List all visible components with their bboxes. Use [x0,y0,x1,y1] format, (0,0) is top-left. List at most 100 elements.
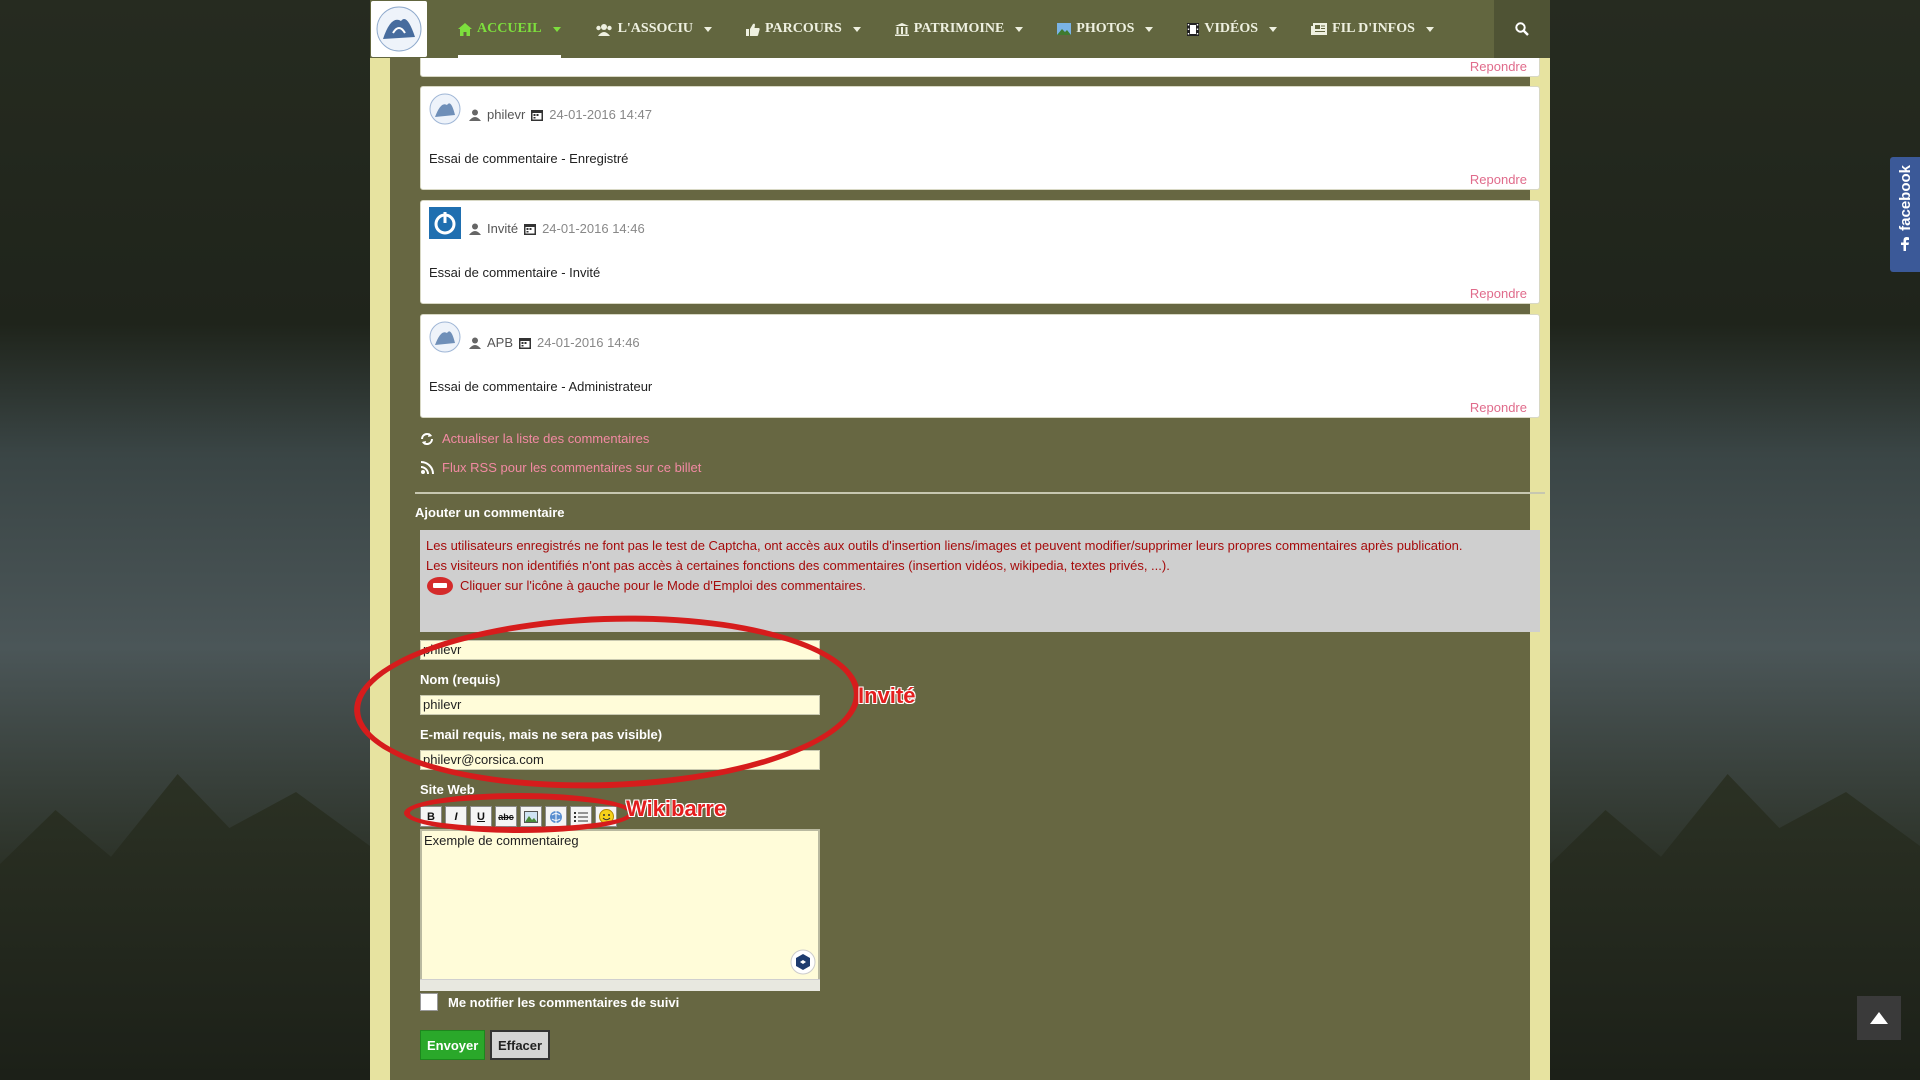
user-icon [469,337,481,349]
nav-fil-infos[interactable]: FIL D'INFOS [1294,0,1451,58]
italic-icon[interactable]: I [445,806,467,827]
help-manual-icon[interactable] [426,576,454,596]
reply-link[interactable]: Repondre [1470,172,1527,187]
chevron-down-icon [1145,26,1154,32]
chevron-down-icon [552,26,561,32]
strikethrough-icon[interactable]: abc [495,806,517,827]
comment-author: philevr [487,107,526,122]
facebook-tab[interactable]: facebook [1890,157,1920,272]
comment-date: 24-01-2016 14:46 [537,335,640,350]
reply-link[interactable]: Repondre [1470,400,1527,415]
comment-card: APB 24-01-2016 14:46 Essai de commentair… [420,314,1540,418]
strikethrough-label: abc [498,811,514,822]
avatar [429,321,461,353]
chevron-down-icon [1425,26,1434,32]
comment-text: Essai de commentaire - Administrateur [429,379,653,394]
nav-associu-label: L'ASSOCIU [617,21,694,36]
nav-associu[interactable]: L'ASSOCIU [578,0,729,58]
chevron-down-icon [1269,26,1278,32]
chevron-down-icon [852,26,861,32]
info-line-registered: Les utilisateurs enregistrés ne font pas… [426,538,1463,553]
nav-patrimoine[interactable]: PATRIMOINE [878,0,1040,58]
chevron-down-icon [704,26,713,32]
image-icon[interactable] [520,806,542,827]
send-button[interactable]: Envoyer [420,1030,486,1060]
refresh-comments-label: Actualiser la liste des commentaires [442,431,650,446]
scroll-to-top-button[interactable] [1857,996,1901,1040]
main-navbar: ACCUEIL L'ASSOCIU PARCOURS PATRIMOINE PH… [370,0,1550,58]
comment-text: Essai de commentaire - Invité [429,265,601,280]
comment-author: Invité [487,221,519,236]
search-icon [1515,22,1529,36]
reply-link[interactable]: Repondre [1470,59,1527,74]
avatar [429,93,461,125]
nav-videos[interactable]: VIDÉOS [1170,0,1294,58]
comment-author: APB [487,335,514,350]
email-label: E-mail requis, mais ne sera pas visible) [420,727,663,742]
comment-card: philevr 24-01-2016 14:47 Essai de commen… [420,86,1540,190]
comment-date: 24-01-2016 14:46 [542,221,645,236]
nav-videos-label: VIDÉOS [1204,21,1259,36]
user-icon [469,223,481,235]
underline-icon[interactable]: U [470,806,492,827]
newspaper-icon [1311,23,1328,35]
home-icon [458,22,472,36]
comment-text: Essai de commentaire - Enregistré [429,151,629,166]
nav-patrimoine-label: PATRIMOINE [913,21,1005,36]
logo-icon [376,6,422,52]
clear-button[interactable]: Effacer [490,1030,551,1060]
refresh-comments-link[interactable]: Actualiser la liste des commentaires [420,431,649,446]
reply-link[interactable]: Repondre [1470,286,1527,301]
nav-parcours-label: PARCOURS [765,21,842,36]
email-field[interactable]: philevr@corsica.com [420,750,820,770]
nav-accueil-label: ACCUEIL [477,21,542,36]
building-icon [894,22,909,36]
nav-fil-infos-label: FIL D'INFOS [1332,21,1415,36]
refresh-icon [421,432,433,445]
nav-photos-label: PHOTOS [1076,21,1135,36]
background-left [0,0,370,1080]
nav-parcours[interactable]: PARCOURS [729,0,878,58]
calendar-icon [519,337,532,349]
film-icon [1187,22,1200,36]
wiki-toolbar: B I U abc [420,806,617,827]
comment-textarea[interactable]: Exemple de commentaireg [420,829,820,991]
info-box: Les utilisateurs enregistrés ne font pas… [420,530,1540,632]
thumbs-up-icon [746,23,760,36]
help-link[interactable]: Cliquer sur l'icône à gauche pour le Mod… [460,576,866,596]
smiley-icon[interactable] [595,806,617,827]
link-icon[interactable] [545,806,567,827]
name-field[interactable]: philevr [420,695,820,715]
rss-icon [420,460,434,474]
guest-annotation-label: Invité [858,683,916,708]
divider [415,492,1545,494]
search-button[interactable] [1494,0,1550,58]
nav-photos[interactable]: PHOTOS [1040,0,1170,58]
users-icon [595,23,612,36]
underline-label: U [477,810,485,823]
rss-comments-label: Flux RSS pour les commentaires sur ce bi… [442,460,702,475]
rss-comments-link[interactable]: Flux RSS pour les commentaires sur ce bi… [420,460,701,475]
bold-icon[interactable]: B [420,806,442,827]
page-container: Repondre philevr 24-01-2016 14:47 Essai … [351,0,1550,1080]
italic-label: I [454,810,458,823]
facebook-tab-label: facebook [1896,165,1914,231]
site-logo[interactable] [371,1,427,57]
info-line-visitors: Les visiteurs non identifiés n'ont pas a… [426,558,1170,573]
comment-card: Invité 24-01-2016 14:46 Essai de comment… [420,200,1540,304]
notify-checkbox[interactable] [420,993,438,1011]
bold-label: B [427,810,435,823]
notify-label: Me notifier les commentaires de suivi [448,994,680,1010]
arrow-up-icon [1870,1012,1888,1024]
image-icon [1057,23,1072,35]
website-label: Site Web [420,782,475,797]
user-icon [469,109,481,121]
nav-accueil[interactable]: ACCUEIL [441,0,578,58]
list-icon[interactable] [570,806,592,827]
facebook-icon [1901,236,1909,251]
top-name-field[interactable]: philevr [420,640,820,660]
grammar-check-icon[interactable] [790,949,816,975]
content-area: Repondre philevr 24-01-2016 14:47 Essai … [351,0,1545,1080]
textarea-resize-handle[interactable] [420,979,820,991]
avatar [429,207,461,239]
